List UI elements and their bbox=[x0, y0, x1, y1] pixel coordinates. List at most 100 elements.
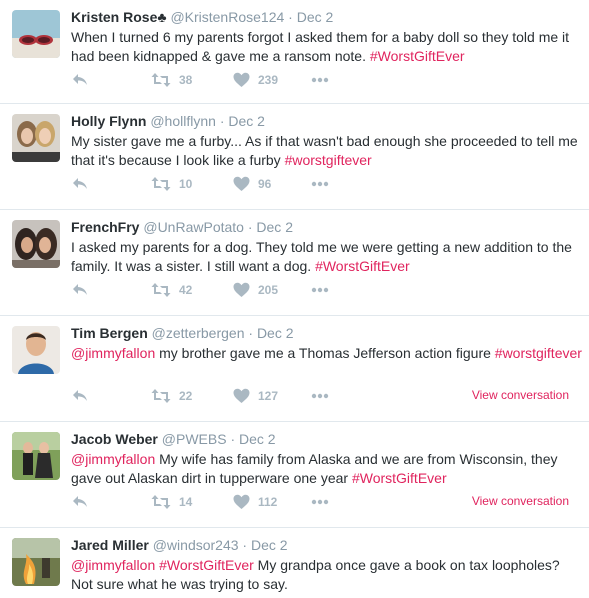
like-button[interactable]: 205 bbox=[233, 280, 278, 300]
hashtag-link[interactable]: #WorstGiftEver bbox=[352, 470, 447, 486]
avatar[interactable] bbox=[12, 114, 60, 162]
user-handle[interactable]: @hollflynn bbox=[150, 113, 216, 129]
tweet-actions: 42 205 bbox=[71, 280, 581, 300]
separator: · bbox=[230, 431, 236, 447]
tweet-date[interactable]: Dec 2 bbox=[257, 325, 294, 341]
more-button[interactable] bbox=[311, 386, 329, 406]
tweet[interactable]: Jacob Weber @PWEBS · Dec 2 @jimmyfallon … bbox=[0, 422, 589, 528]
avatar[interactable] bbox=[12, 220, 60, 268]
reply-button[interactable] bbox=[71, 386, 89, 406]
tweet-feed: Kristen Rose♣ @KristenRose124 · Dec 2 Wh… bbox=[0, 0, 589, 598]
tweet-text: My sister gave me a furby... As if that … bbox=[71, 132, 583, 170]
tweet-actions: 22 127 View conversation bbox=[71, 386, 581, 406]
user-handle[interactable]: @zetterbergen bbox=[152, 325, 245, 341]
tweet-text: @jimmyfallon My wife has family from Ala… bbox=[71, 450, 583, 488]
retweet-button[interactable]: 38 bbox=[151, 70, 192, 90]
view-conversation-link[interactable]: View conversation bbox=[472, 492, 569, 510]
tweet-date[interactable]: Dec 2 bbox=[297, 9, 334, 25]
hashtag-link[interactable]: #WorstGiftEver bbox=[315, 258, 410, 274]
hashtag-link[interactable]: #WorstGiftEver bbox=[370, 48, 465, 64]
avatar[interactable] bbox=[12, 432, 60, 480]
separator: · bbox=[219, 113, 225, 129]
avatar[interactable] bbox=[12, 10, 60, 58]
user-handle[interactable]: @windsor243 bbox=[153, 537, 239, 553]
more-icon bbox=[311, 499, 329, 505]
retweet-icon bbox=[151, 388, 171, 404]
retweet-count: 38 bbox=[179, 73, 193, 87]
hashtag-link[interactable]: #WorstGiftEver bbox=[159, 557, 254, 573]
user-handle[interactable]: @PWEBS bbox=[162, 431, 227, 447]
retweet-count: 22 bbox=[179, 389, 193, 403]
heart-icon bbox=[233, 72, 250, 88]
more-icon bbox=[311, 181, 329, 187]
separator: · bbox=[242, 537, 248, 553]
more-button[interactable] bbox=[311, 492, 329, 512]
tweet-header: Kristen Rose♣ @KristenRose124 · Dec 2 bbox=[71, 8, 333, 27]
tweet-date[interactable]: Dec 2 bbox=[228, 113, 265, 129]
view-conversation-link[interactable]: View conversation bbox=[472, 386, 569, 404]
reply-button[interactable] bbox=[71, 492, 89, 512]
tweet-actions: 38 239 bbox=[71, 70, 581, 90]
user-name[interactable]: Jared Miller bbox=[71, 537, 149, 553]
hashtag-link[interactable]: #worstgiftever bbox=[285, 152, 372, 168]
like-count: 112 bbox=[258, 495, 278, 509]
more-icon bbox=[311, 77, 329, 83]
tweet-header: Tim Bergen @zetterbergen · Dec 2 bbox=[71, 324, 294, 343]
more-button[interactable] bbox=[311, 174, 329, 194]
retweet-count: 10 bbox=[179, 177, 193, 191]
user-handle[interactable]: @KristenRose124 bbox=[170, 9, 284, 25]
tweet[interactable]: FrenchFry @UnRawPotato · Dec 2 I asked m… bbox=[0, 210, 589, 316]
more-button[interactable] bbox=[311, 70, 329, 90]
tweet-actions: 14 112 View conversation bbox=[71, 492, 581, 512]
reply-button[interactable] bbox=[71, 70, 89, 90]
user-name[interactable]: FrenchFry bbox=[71, 219, 139, 235]
retweet-button[interactable]: 42 bbox=[151, 280, 192, 300]
more-icon bbox=[311, 287, 329, 293]
user-handle[interactable]: @UnRawPotato bbox=[143, 219, 244, 235]
user-name[interactable]: Holly Flynn bbox=[71, 113, 146, 129]
retweet-button[interactable]: 14 bbox=[151, 492, 192, 512]
reply-button[interactable] bbox=[71, 280, 89, 300]
tweet[interactable]: Holly Flynn @hollflynn · Dec 2 My sister… bbox=[0, 104, 589, 210]
retweet-count: 14 bbox=[179, 495, 193, 509]
separator: · bbox=[248, 325, 254, 341]
retweet-count: 42 bbox=[179, 283, 193, 297]
like-button[interactable]: 96 bbox=[233, 174, 271, 194]
reply-button[interactable] bbox=[71, 174, 89, 194]
retweet-button[interactable]: 22 bbox=[151, 386, 192, 406]
mention-link[interactable]: @jimmyfallon bbox=[71, 557, 155, 573]
tweet[interactable]: Kristen Rose♣ @KristenRose124 · Dec 2 Wh… bbox=[0, 0, 589, 104]
like-count: 96 bbox=[258, 177, 272, 191]
retweet-icon bbox=[151, 176, 171, 192]
tweet-date[interactable]: Dec 2 bbox=[256, 219, 293, 235]
separator: · bbox=[288, 9, 293, 25]
mention-link[interactable]: @jimmyfallon bbox=[71, 451, 155, 467]
more-button[interactable] bbox=[311, 280, 329, 300]
retweet-icon bbox=[151, 72, 171, 88]
avatar[interactable] bbox=[12, 538, 60, 586]
tweet-text: @jimmyfallon #WorstGiftEver My grandpa o… bbox=[71, 556, 583, 594]
hashtag-link[interactable]: #worstgiftever bbox=[495, 345, 582, 361]
heart-icon bbox=[233, 388, 250, 404]
mention-link[interactable]: @jimmyfallon bbox=[71, 345, 155, 361]
reply-icon bbox=[71, 282, 89, 298]
like-button[interactable]: 112 bbox=[233, 492, 277, 512]
tweet-date[interactable]: Dec 2 bbox=[239, 431, 276, 447]
tweet-actions: 10 96 bbox=[71, 174, 581, 194]
user-name[interactable]: Kristen Rose♣ bbox=[71, 9, 167, 25]
reply-icon bbox=[71, 388, 89, 404]
like-button[interactable]: 239 bbox=[233, 70, 278, 90]
tweet[interactable]: Jared Miller @windsor243 · Dec 2 @jimmyf… bbox=[0, 528, 589, 598]
tweet-date[interactable]: Dec 2 bbox=[251, 537, 288, 553]
avatar[interactable] bbox=[12, 326, 60, 374]
like-count: 239 bbox=[258, 73, 279, 87]
tweet[interactable]: Tim Bergen @zetterbergen · Dec 2 @jimmyf… bbox=[0, 316, 589, 422]
like-button[interactable]: 127 bbox=[233, 386, 278, 406]
tweet-header: Jared Miller @windsor243 · Dec 2 bbox=[71, 536, 288, 555]
like-count: 205 bbox=[258, 283, 279, 297]
separator: · bbox=[247, 219, 253, 235]
user-name[interactable]: Jacob Weber bbox=[71, 431, 158, 447]
heart-icon bbox=[233, 494, 250, 510]
retweet-button[interactable]: 10 bbox=[151, 174, 192, 194]
user-name[interactable]: Tim Bergen bbox=[71, 325, 148, 341]
